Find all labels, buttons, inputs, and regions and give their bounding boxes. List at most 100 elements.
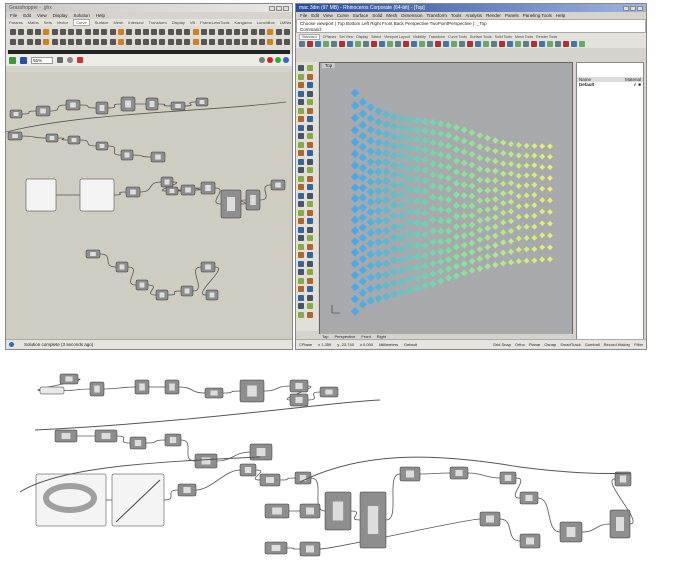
tool-icon[interactable] [307,235,313,241]
tool-icon[interactable] [523,41,529,47]
tool-icon[interactable] [475,41,481,47]
component-icon[interactable] [34,39,41,45]
tool-icon[interactable] [298,73,304,80]
component-icon[interactable] [109,39,116,45]
sphere-icon[interactable] [259,57,265,63]
tool-icon[interactable] [298,269,304,275]
component-icon[interactable] [259,29,265,35]
component-icon[interactable] [159,39,166,45]
tab-standard[interactable]: Standard [299,33,320,40]
tool-icon[interactable] [467,41,473,47]
tool-icon[interactable] [298,150,304,156]
maximize-button[interactable] [276,5,282,11]
tool-icon[interactable] [307,252,313,258]
tool-icon[interactable] [547,41,553,47]
tool-icon[interactable] [411,41,417,47]
component-icon[interactable] [51,29,58,35]
tool-icon[interactable] [298,294,304,301]
component-icon[interactable] [159,29,166,35]
tab-mesh-tools[interactable]: Mesh Tools [515,35,533,39]
menu-mesh[interactable]: Mesh [386,13,397,18]
component-icon[interactable] [225,39,232,45]
tool-icon[interactable] [539,41,545,47]
tab-mesh[interactable]: Mesh [114,20,124,25]
menu-edit[interactable]: Edit [23,13,31,18]
tool-icon[interactable] [427,41,433,47]
tab-kangaroo[interactable]: Kangaroo [235,20,252,25]
menu-paneling-tools[interactable]: Paneling Tools [523,13,552,18]
tool-icon[interactable] [307,201,313,207]
menu-solution[interactable]: Solution [73,13,89,18]
component-icon[interactable] [250,29,257,35]
zoom-input[interactable]: 65% [31,56,53,64]
red-sphere-icon[interactable] [267,57,273,63]
menu-transform[interactable]: Transform [427,13,447,18]
component-icon[interactable] [151,29,158,35]
current-layer[interactable]: Default [404,342,417,347]
tool-icon[interactable] [307,226,313,233]
component-icon[interactable] [126,29,133,35]
component-node[interactable] [39,386,65,395]
tool-icon[interactable] [307,73,313,80]
component-icon[interactable] [43,29,50,35]
component-node[interactable] [79,178,115,212]
component-icon[interactable] [142,29,149,35]
tool-icon[interactable] [298,158,304,165]
menu-view[interactable]: View [323,13,333,18]
tool-icon[interactable] [395,41,401,47]
tool-icon[interactable] [563,41,569,47]
tool-icon[interactable] [298,90,304,97]
tool-icon[interactable] [298,133,304,139]
component-icon[interactable] [109,29,116,35]
tool-icon[interactable] [307,116,313,122]
tool-icon[interactable] [531,41,537,47]
tool-icon[interactable] [307,107,313,114]
component-icon[interactable] [18,39,25,45]
component-icon[interactable] [167,29,174,35]
component-icon[interactable] [134,39,141,45]
tool-icon[interactable] [298,235,304,241]
menu-solid[interactable]: Solid [372,13,382,18]
component-icon[interactable] [101,29,108,35]
component-icon[interactable] [93,29,99,35]
maximize-button[interactable] [630,5,636,11]
component-icon[interactable] [192,39,199,45]
tool-icon[interactable] [491,41,497,47]
tool-icon[interactable] [298,192,304,199]
tool-icon[interactable] [307,133,313,139]
tab-lmnts[interactable]: LMNts [280,20,292,25]
component-icon[interactable] [283,39,290,45]
tool-icon[interactable] [307,294,313,301]
tool-icon[interactable] [298,124,304,131]
tool-icon[interactable] [298,184,304,190]
component-icon[interactable] [43,39,50,45]
tool-icon[interactable] [307,41,313,47]
menu-render[interactable]: Render [486,13,501,18]
tab-vb[interactable]: VB [190,20,195,25]
tool-icon[interactable] [307,311,313,318]
tool-icon[interactable] [307,269,313,275]
tool-icon[interactable] [307,184,313,190]
component-icon[interactable] [84,39,91,45]
tool-icon[interactable] [379,41,385,47]
component-icon[interactable] [117,29,124,35]
component-icon[interactable] [275,39,282,45]
menu-help[interactable]: Help [556,13,565,18]
tool-icon[interactable] [307,260,313,267]
menu-panels[interactable]: Panels [505,13,519,18]
component-icon[interactable] [76,39,83,45]
grasshopper-canvas[interactable] [6,72,292,339]
zoom-extents-icon[interactable] [57,57,63,63]
command-area[interactable]: Choose viewport ( Top Bottom Left Right … [296,19,646,33]
tool-icon[interactable] [307,150,313,156]
component-icon[interactable] [242,39,249,45]
tool-icon[interactable] [298,277,304,284]
component-icon[interactable] [192,29,199,35]
tool-icon[interactable] [507,41,513,47]
toggle-smarttrack[interactable]: SmartTrack [560,342,581,347]
component-icon[interactable] [59,29,66,35]
tool-icon[interactable] [307,158,313,165]
component-icon[interactable] [59,39,66,45]
component-icon[interactable] [200,29,207,35]
component-node[interactable] [25,178,57,212]
